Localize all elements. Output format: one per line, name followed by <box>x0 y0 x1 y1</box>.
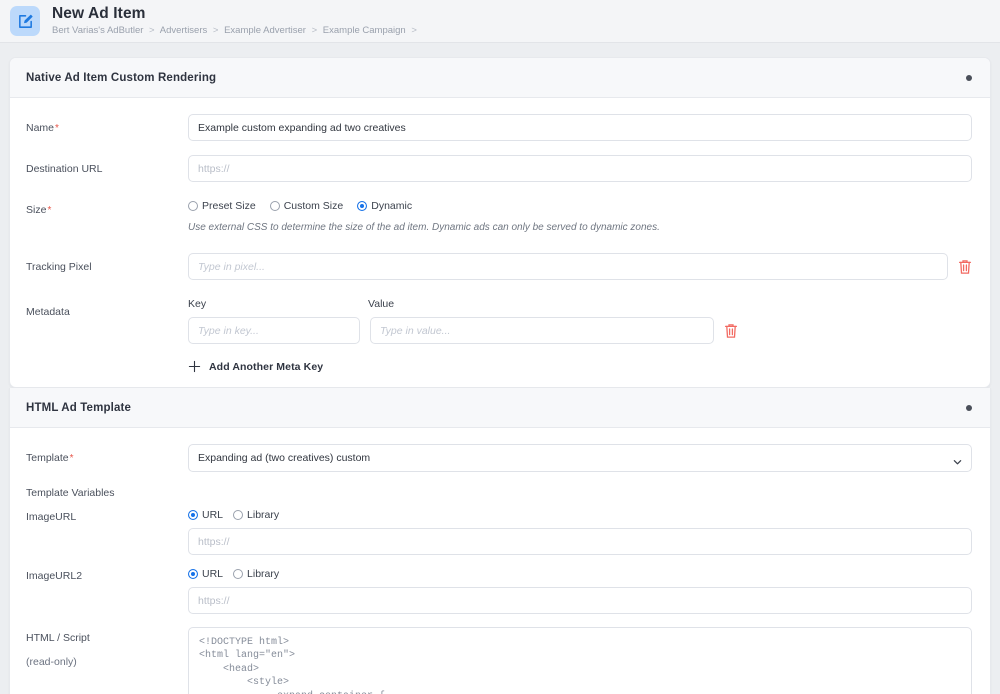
label-html-script: HTML / Script (read-only) <box>26 627 188 669</box>
label-size: Size* <box>26 196 188 218</box>
required-asterisk: * <box>69 453 74 464</box>
breadcrumb-item-1[interactable]: Advertisers <box>160 25 208 36</box>
content-area: Native Ad Item Custom Rendering Name* De… <box>0 43 1000 694</box>
form-row-template: Template* Expanding ad (two creatives) c… <box>26 444 972 472</box>
card-native-ad-item: Native Ad Item Custom Rendering Name* De… <box>9 57 991 388</box>
radio-dot-icon <box>269 201 280 211</box>
radio-label: Dynamic <box>371 200 413 212</box>
label-destination-url: Destination URL <box>26 163 103 175</box>
breadcrumb-item-0[interactable]: Bert Varias's AdButler <box>52 25 143 36</box>
form-row-image-url-2: ImageURL2 URL Library <box>26 568 972 614</box>
breadcrumb-item-2[interactable]: Example Advertiser <box>224 25 306 36</box>
card-html-ad-template: HTML Ad Template Template* Expanding ad … <box>9 388 991 694</box>
radio-custom-size[interactable]: Custom Size <box>269 200 344 212</box>
metadata-column-headers: Key Value <box>188 298 972 310</box>
header-texts: New Ad Item Bert Varias's AdButler > Adv… <box>52 5 420 37</box>
html-script-readonly-textarea[interactable]: <!DOCTYPE html> <html lang="en"> <head> … <box>188 627 972 694</box>
radio-image-url-2-source-url[interactable]: URL <box>188 568 223 580</box>
radio-dot-selected-icon <box>357 201 368 211</box>
section-header-html-ad-template: HTML Ad Template <box>10 388 990 428</box>
image-url-2-source-radio-group: URL Library <box>188 568 972 580</box>
label-text: HTML / Script <box>26 632 90 644</box>
radio-dot-icon <box>233 510 244 520</box>
image-url-source-radio-group: URL Library <box>188 509 972 521</box>
image-url-2-input[interactable] <box>188 587 972 614</box>
edit-square-icon <box>10 6 40 36</box>
metadata-col-value: Value <box>368 298 395 310</box>
page-header: New Ad Item Bert Varias's AdButler > Adv… <box>0 0 1000 43</box>
radio-label: URL <box>202 509 224 521</box>
name-input[interactable] <box>188 114 972 141</box>
trash-icon-tracking-pixel[interactable] <box>958 259 972 275</box>
form-row-size: Size* Preset Size Custom Size Dynamic Us… <box>26 196 972 235</box>
form-row-template-variables-heading: Template Variables <box>26 486 972 500</box>
section-header-native-rendering: Native Ad Item Custom Rendering <box>10 58 990 98</box>
radio-dot-selected-icon <box>188 510 198 520</box>
form-row-metadata: Metadata Key Value Type in key... Type i… <box>26 298 972 373</box>
label-image-url: ImageURL <box>26 511 77 523</box>
form-row-name: Name* <box>26 114 972 141</box>
breadcrumb-item-3[interactable]: Example Campaign <box>323 25 406 36</box>
label-text: Size <box>26 204 47 216</box>
label-tracking-pixel: Tracking Pixel <box>26 261 92 273</box>
breadcrumb-separator-trailing: > <box>411 25 417 36</box>
metadata-key-input[interactable] <box>188 317 360 344</box>
required-asterisk: * <box>47 205 52 216</box>
native-form-body: Name* Destination URL Size* <box>10 98 990 387</box>
form-row-html-script: HTML / Script (read-only) <!DOCTYPE html… <box>26 627 972 694</box>
radio-dynamic[interactable]: Dynamic <box>357 200 412 212</box>
tracking-pixel-input[interactable] <box>188 253 948 280</box>
radio-dot-icon <box>188 201 198 211</box>
label-metadata: Metadata <box>26 306 70 318</box>
template-selected-value: Expanding ad (two creatives) custom <box>198 452 371 464</box>
radio-label: URL <box>202 568 224 580</box>
radio-dot-icon <box>233 569 244 579</box>
radio-dot-selected-icon <box>188 569 198 579</box>
add-another-meta-key-button[interactable]: Add Another Meta Key <box>188 360 323 373</box>
page-title: New Ad Item <box>52 5 146 22</box>
template-select[interactable]: Expanding ad (two creatives) custom <box>188 444 972 472</box>
radio-label: Custom Size <box>283 200 344 212</box>
size-help-text: Use external CSS to determine the size o… <box>188 222 660 233</box>
label-image-url-2: ImageURL2 <box>26 570 83 582</box>
section-dot-icon[interactable] <box>966 74 972 81</box>
html-template-body: Template* Expanding ad (two creatives) c… <box>10 428 990 694</box>
radio-preset-size[interactable]: Preset Size <box>188 200 256 212</box>
radio-label: Library <box>247 509 280 521</box>
breadcrumb-separator: > <box>212 25 219 36</box>
section-dot-icon[interactable] <box>966 404 972 411</box>
label-template-variables: Template Variables <box>26 487 115 499</box>
radio-image-url-source-url[interactable]: URL <box>188 509 223 521</box>
radio-image-url-source-library[interactable]: Library <box>233 509 279 521</box>
metadata-value-input[interactable] <box>370 317 714 344</box>
breadcrumb-separator: > <box>311 25 318 36</box>
plus-icon <box>188 360 201 373</box>
section-title: HTML Ad Template <box>26 401 132 414</box>
trash-icon-metadata-row[interactable] <box>724 323 738 339</box>
size-radio-group: Preset Size Custom Size Dynamic <box>188 196 972 212</box>
section-title: Native Ad Item Custom Rendering <box>26 71 217 84</box>
metadata-row <box>188 317 972 344</box>
required-asterisk: * <box>55 123 59 134</box>
add-another-meta-key-label: Add Another Meta Key <box>209 360 324 373</box>
label-template: Template* <box>26 444 188 466</box>
breadcrumb: Bert Varias's AdButler > Advertisers > E… <box>52 24 420 37</box>
breadcrumb-separator: > <box>149 25 155 36</box>
form-row-image-url: ImageURL URL Library <box>26 509 972 555</box>
label-name: Name* <box>26 114 188 136</box>
image-url-input[interactable] <box>188 528 972 555</box>
radio-label: Library <box>247 568 280 580</box>
radio-label: Preset Size <box>202 200 256 212</box>
label-text: Template <box>26 452 69 464</box>
label-text: Name <box>26 122 55 134</box>
form-row-destination-url: Destination URL <box>26 155 972 182</box>
label-read-only: (read-only) <box>26 656 77 668</box>
destination-url-input[interactable] <box>188 155 972 182</box>
radio-image-url-2-source-library[interactable]: Library <box>233 568 279 580</box>
form-row-tracking-pixel: Tracking Pixel <box>26 253 972 280</box>
metadata-col-key: Key <box>188 298 207 310</box>
